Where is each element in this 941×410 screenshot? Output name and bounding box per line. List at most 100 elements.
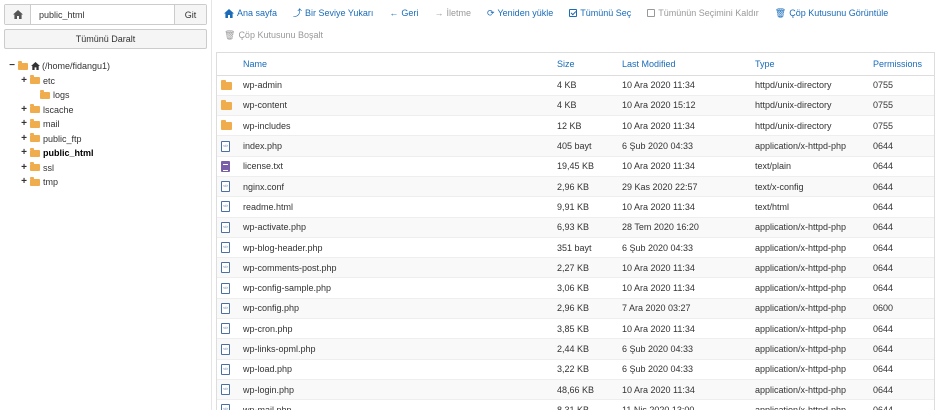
table-row[interactable]: wp-cron.php3,85 KB10 Ara 2020 11:34appli…	[217, 318, 934, 340]
file-type: application/x-httpd-php	[755, 399, 873, 410]
back-link[interactable]: ← Geri	[389, 8, 418, 18]
expand-icon[interactable]: +	[20, 162, 28, 173]
file-name[interactable]: license.txt	[243, 156, 557, 177]
file-modified: 6 Şub 2020 04:33	[622, 237, 755, 259]
up-one-level-link[interactable]: ⤴ Bir Seviye Yukarı	[293, 8, 373, 18]
code-file-icon	[221, 384, 230, 396]
file-permissions: 0644	[873, 399, 934, 410]
table-row[interactable]: wp-admin 4 KB 10 Ara 2020 11:34 httpd/unix-…	[217, 75, 934, 96]
file-tree-panel: Git Tümünü Daralt − (/home/fidangu1) + e…	[0, 0, 211, 410]
file-permissions: 0644	[873, 277, 934, 299]
column-header-size[interactable]: Size	[557, 53, 622, 76]
table-row[interactable]: wp-config-sample.php3,06 KB10 Ara 2020 1…	[217, 277, 934, 299]
expand-icon[interactable]: +	[20, 133, 28, 144]
tree-item-logs[interactable]: logs	[8, 88, 110, 103]
file-name[interactable]: wp-config.php	[243, 298, 557, 320]
file-name[interactable]: wp-load.php	[243, 359, 557, 380]
expand-icon[interactable]: +	[20, 75, 28, 86]
column-header-permissions[interactable]: Permissions	[873, 53, 934, 76]
expand-icon[interactable]: +	[20, 104, 28, 115]
tree-item-tmp[interactable]: + tmp	[8, 175, 110, 190]
table-header-row: Name Size Last Modified Type Permissions	[217, 53, 934, 76]
file-permissions: 0644	[873, 156, 934, 177]
file-size: 3,06 KB	[557, 277, 622, 299]
table-row[interactable]: wp-config.php2,96 KB7 Ara 2020 03:27appl…	[217, 298, 934, 320]
tree-root[interactable]: − (/home/fidangu1)	[8, 59, 110, 74]
tree-item-ssl[interactable]: + ssl	[8, 161, 110, 176]
file-name[interactable]: nginx.conf	[243, 176, 557, 198]
file-size: 12 KB	[557, 115, 622, 137]
table-row[interactable]: nginx.conf2,96 KB29 Kas 2020 22:57text/x…	[217, 176, 934, 198]
expand-icon[interactable]: +	[20, 177, 28, 187]
file-type: text/plain	[755, 156, 873, 177]
file-name[interactable]: wp-includes	[243, 115, 557, 137]
tree-item-lscache[interactable]: + lscache	[8, 103, 110, 118]
table-row[interactable]: wp-content 4 KB 10 Ara 2020 15:12 httpd/uni…	[217, 95, 934, 117]
reload-label: Yeniden yükle	[497, 8, 554, 18]
home-icon	[12, 10, 23, 19]
file-name[interactable]: wp-links-opml.php	[243, 338, 557, 360]
row-icon-cell	[217, 176, 243, 198]
table-row[interactable]: license.txt 19,45 KB 10 Ara 2020 11:34 text…	[217, 156, 934, 177]
code-file-icon	[221, 363, 230, 375]
file-name[interactable]: wp-mail.php	[243, 399, 557, 410]
file-permissions: 0644	[873, 257, 934, 279]
table-row[interactable]: wp-load.php3,22 KB6 Şub 2020 04:33applic…	[217, 359, 934, 380]
expand-icon[interactable]: +	[20, 119, 28, 129]
table-row[interactable]: wp-includes 12 KB 10 Ara 2020 11:34 httpd/u…	[217, 115, 934, 137]
code-file-icon	[221, 140, 230, 152]
tree-item-etc[interactable]: + etc	[8, 74, 110, 89]
empty-trash-link[interactable]: 🗑 Çöp Kutusunu Boşalt	[224, 30, 323, 40]
expand-icon[interactable]: +	[20, 148, 28, 158]
table-row[interactable]: wp-links-opml.php2,44 KB6 Şub 2020 04:33…	[217, 338, 934, 360]
file-name[interactable]: wp-cron.php	[243, 318, 557, 340]
table-row[interactable]: wp-mail.php8,31 KB11 Nis 2020 13:00appli…	[217, 399, 934, 410]
table-row[interactable]: wp-blog-header.php351 bayt6 Şub 2020 04:…	[217, 237, 934, 259]
select-all-link[interactable]: Tümünü Seç	[569, 8, 631, 18]
collapse-icon[interactable]: −	[8, 61, 16, 71]
file-name[interactable]: readme.html	[243, 196, 557, 218]
tree-item-public-ftp[interactable]: + public_ftp	[8, 132, 110, 147]
file-name[interactable]: wp-blog-header.php	[243, 237, 557, 259]
file-permissions: 0644	[873, 217, 934, 238]
tree-item-mail[interactable]: + mail	[8, 117, 110, 132]
column-header-modified[interactable]: Last Modified	[622, 53, 755, 76]
file-table: Name Size Last Modified Type Permissions…	[217, 53, 934, 410]
column-header-name[interactable]: Name	[243, 53, 557, 76]
table-row[interactable]: wp-activate.php6,93 KB28 Tem 2020 16:20a…	[217, 217, 934, 238]
file-name[interactable]: index.php	[243, 135, 557, 157]
file-permissions: 0644	[873, 379, 934, 401]
path-input[interactable]	[31, 5, 174, 24]
file-name[interactable]: wp-activate.php	[243, 217, 557, 238]
file-name[interactable]: wp-content	[243, 95, 557, 117]
forward-link[interactable]: → İletme	[434, 8, 471, 18]
table-row[interactable]: wp-login.php48,66 KB10 Ara 2020 11:34app…	[217, 379, 934, 401]
table-row[interactable]: readme.html9,91 KB10 Ara 2020 11:34text/…	[217, 196, 934, 218]
go-button[interactable]: Git	[174, 5, 206, 24]
row-icon-cell	[217, 298, 243, 320]
file-name[interactable]: wp-config-sample.php	[243, 277, 557, 299]
tree-item-public-html[interactable]: + public_html	[8, 146, 110, 161]
view-trash-link[interactable]: 🗑 Çöp Kutusunu Görüntüle	[775, 8, 889, 18]
file-size: 351 bayt	[557, 237, 622, 259]
home-button[interactable]	[5, 5, 31, 24]
file-size: 4 KB	[557, 95, 622, 117]
folder-icon	[30, 75, 40, 85]
deselect-all-link[interactable]: Tümünün Seçimini Kaldır	[647, 8, 759, 18]
column-header-type[interactable]: Type	[755, 53, 873, 76]
tree-item-label: public_ftp	[43, 133, 82, 144]
table-row[interactable]: index.php405 bayt6 Şub 2020 04:33applica…	[217, 135, 934, 157]
file-name[interactable]: wp-comments-post.php	[243, 257, 557, 279]
file-name[interactable]: wp-admin	[243, 75, 557, 96]
table-row[interactable]: wp-comments-post.php2,27 KB10 Ara 2020 1…	[217, 257, 934, 279]
row-icon-cell	[217, 217, 243, 238]
code-file-icon	[221, 242, 230, 254]
collapse-all-button[interactable]: Tümünü Daralt	[4, 29, 207, 49]
file-permissions: 0644	[873, 237, 934, 259]
panel-divider[interactable]	[211, 0, 212, 410]
file-name[interactable]: wp-login.php	[243, 379, 557, 401]
home-link[interactable]: Ana sayfa	[224, 8, 277, 18]
folder-icon	[221, 99, 232, 110]
reload-link[interactable]: ⟳ Yeniden yükle	[487, 8, 553, 18]
file-size: 2,96 KB	[557, 176, 622, 198]
